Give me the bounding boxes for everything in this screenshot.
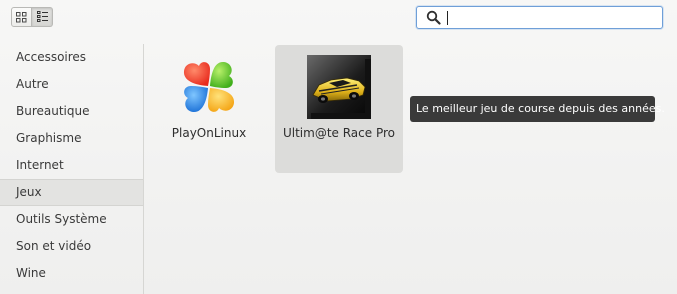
sidebar-item-accessoires[interactable]: Accessoires xyxy=(0,44,143,71)
playonlinux-icon xyxy=(183,61,235,113)
sidebar-item-bureautique[interactable]: Bureautique xyxy=(0,98,143,125)
app-label: Ultim@te Race Pro xyxy=(282,126,395,140)
search-icon xyxy=(426,10,441,25)
sidebar-item-internet[interactable]: Internet xyxy=(0,152,143,179)
search-input[interactable] xyxy=(445,9,655,26)
app-menu-window: Accessoires Autre Bureautique Graphisme … xyxy=(0,0,677,294)
app-tooltip: Le meilleur jeu de course depuis des ann… xyxy=(410,96,665,122)
grid-icon xyxy=(16,11,27,22)
view-toggle xyxy=(11,7,53,27)
race-car-icon xyxy=(307,55,371,119)
search-box[interactable] xyxy=(416,6,663,29)
sidebar-item-graphisme[interactable]: Graphisme xyxy=(0,125,143,152)
sidebar-item-wine[interactable]: Wine xyxy=(0,260,143,287)
list-icon xyxy=(36,11,48,22)
sidebar-item-autre[interactable]: Autre xyxy=(0,71,143,98)
text-caret xyxy=(447,11,448,25)
grid-view-button[interactable] xyxy=(11,7,32,27)
list-view-button[interactable] xyxy=(32,7,53,27)
app-tile-playonlinux[interactable]: PlayOnLinux xyxy=(145,45,273,173)
category-sidebar: Accessoires Autre Bureautique Graphisme … xyxy=(0,44,144,294)
sidebar-item-jeux[interactable]: Jeux xyxy=(0,179,143,206)
app-tile-ultimate-race-pro[interactable]: Ultim@te Race Pro xyxy=(275,45,403,173)
sidebar-item-son-et-video[interactable]: Son et vidéo xyxy=(0,233,143,260)
app-label: PlayOnLinux xyxy=(171,126,247,140)
sidebar-item-outils-systeme[interactable]: Outils Système xyxy=(0,206,143,233)
